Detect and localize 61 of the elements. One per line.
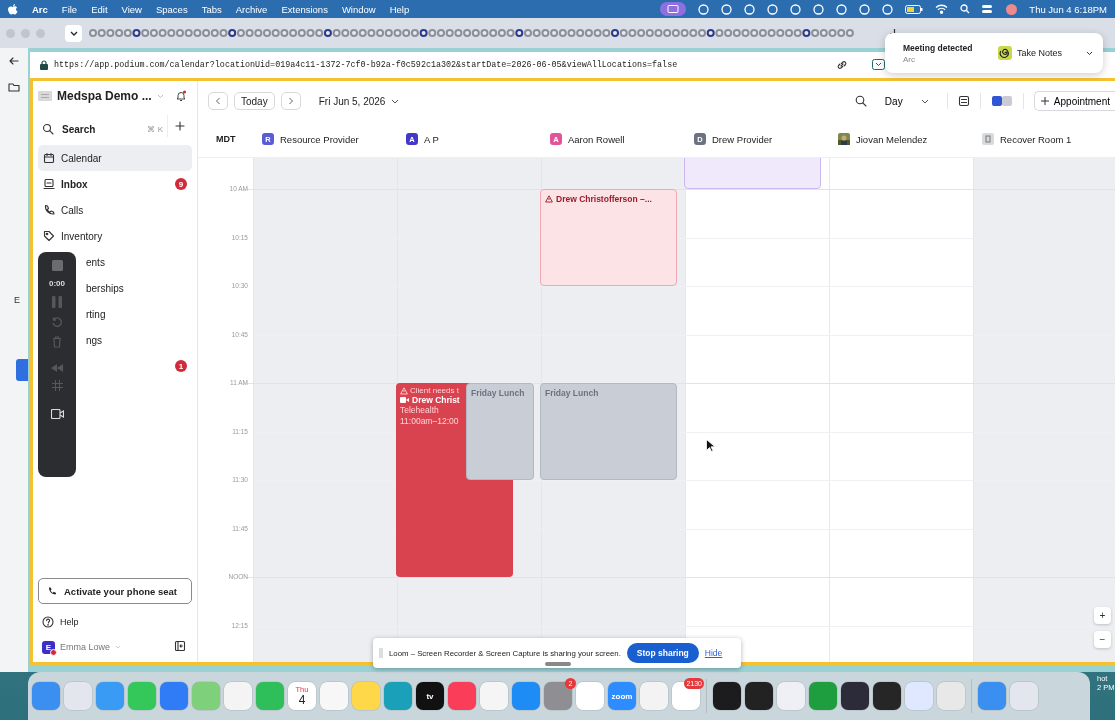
sidebar-item[interactable]: ents <box>83 252 108 272</box>
take-notes-button[interactable]: Take Notes <box>991 45 1068 61</box>
sidebar-label: Calendar <box>61 152 102 164</box>
sidebar-item[interactable]: berships <box>83 278 127 298</box>
sidebar-item[interactable]: ngs <box>83 330 106 350</box>
resource-name: Aaron Rowell <box>568 133 625 145</box>
new-appointment-button[interactable]: Appointment <box>1033 91 1115 111</box>
date-picker[interactable]: Fri Jun 5, 2026 <box>318 95 386 107</box>
sidebar-item[interactable]: Inbox 9 <box>38 171 192 197</box>
alert-text: Client needs t <box>410 386 459 395</box>
address-bar[interactable]: https://app.podium.com/calendar?locationUid=019a4c11-1372-7cf0-b92a-f0c592c1a302&startDate=2026-06-05&viewAllLocations=false <box>54 60 678 70</box>
resource-name: A P <box>424 133 439 145</box>
menu-item[interactable]: File <box>61 3 78 15</box>
appointment-type: Telehealth <box>400 405 440 416</box>
menu-item[interactable]: Extensions <box>281 3 328 15</box>
sidebar-item[interactable]: Inventory <box>38 223 192 249</box>
menu-item[interactable]: Window <box>341 3 376 15</box>
sidebar-label: Inventory <box>61 230 103 242</box>
app-icon[interactable]: tv <box>416 682 444 710</box>
recording-timer: 0:00 <box>49 279 65 288</box>
appointment-title: Drew Christ <box>412 395 460 405</box>
resource-name: Recover Room 1 <box>1000 133 1072 145</box>
sidebar-label: Inbox <box>61 178 88 190</box>
timezone-label: MDT <box>215 134 237 144</box>
notification-title: Meeting detected <box>903 42 973 53</box>
stop-sharing-button[interactable]: Stop sharing <box>626 643 699 663</box>
menu-item[interactable]: Help <box>389 3 410 15</box>
menu-item[interactable]: Tabs <box>201 3 222 15</box>
menu-item[interactable]: Arc <box>32 3 48 15</box>
zoom-out-button[interactable]: − <box>1094 631 1111 648</box>
menu-item[interactable]: Spaces <box>155 3 188 15</box>
shortcut-hint: ⌘ K <box>147 124 163 134</box>
unread-count: 1 <box>175 360 187 372</box>
menu-item[interactable]: Archive <box>235 3 268 15</box>
block-title: Friday Lunch <box>545 388 599 398</box>
notification[interactable]: Meeting detected Arc Take Notes <box>885 33 1103 73</box>
notification-source: Arc <box>903 54 916 64</box>
search-field[interactable]: Search <box>60 122 134 136</box>
hide-link[interactable]: Hide <box>704 648 723 658</box>
sidebar-item[interactable]: rting <box>83 304 109 324</box>
workspace-name[interactable]: Medspa Demo ... <box>57 89 152 103</box>
today-button[interactable]: Today <box>234 92 275 110</box>
appointment-title: Drew Christofferson –... <box>556 194 652 204</box>
field-label: E <box>14 295 20 305</box>
user-name[interactable]: Emma Lowe <box>60 642 111 652</box>
unread-count: 9 <box>175 178 187 190</box>
appointment-time: 11:00am–12:00 <box>400 416 460 427</box>
user-avatar[interactable]: E <box>42 640 55 654</box>
help-link[interactable]: Help <box>60 617 79 627</box>
resource-name: Resource Provider <box>280 133 359 145</box>
sidebar-item[interactable]: Calendar <box>38 145 192 171</box>
appointment-card[interactable]: Drew Christofferson –... <box>540 189 677 286</box>
activate-phone-button[interactable]: Activate your phone seat <box>38 578 192 604</box>
sidebar-item[interactable]: Calls <box>38 197 192 223</box>
sidebar-label: Calls <box>61 204 84 216</box>
resource-name: Drew Provider <box>712 133 773 145</box>
resource-name: Jiovan Melendez <box>856 133 928 145</box>
menu-item[interactable]: Edit <box>91 3 108 15</box>
zoom-in-button[interactable]: + <box>1094 607 1111 624</box>
menu-item[interactable]: View <box>121 3 142 15</box>
menu-bar-clock[interactable]: Thu Jun 4 6:18PM <box>1029 3 1107 15</box>
